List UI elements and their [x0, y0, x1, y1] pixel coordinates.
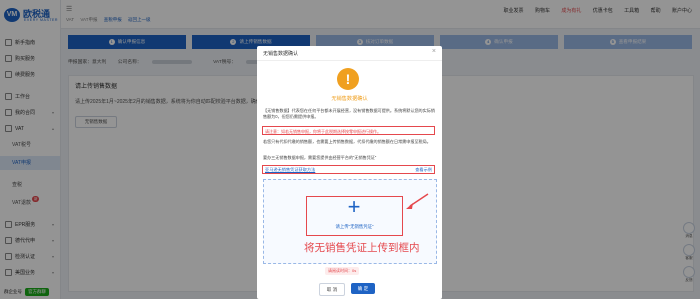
cancel-button[interactable]: 取 消	[319, 283, 345, 296]
no-sales-confirm-dialog: 无销售数据确认 × ! 无销售数据确认 【无销售数据】代表您在任何平台都未开展经…	[257, 46, 442, 299]
confirm-button[interactable]: 确 定	[351, 283, 375, 294]
arrow-icon	[406, 193, 429, 209]
notice-text: 请注意：如若无销售申报，你将于此税期选择按零申报进行操作。	[262, 126, 435, 135]
explanation-text: 【无销售数据】代表您在任何平台都未开展经营，没有销售数据可提供。系统将默认您的实…	[263, 108, 435, 120]
upload-area[interactable]: + 请上传“无销售凭证” 将无销售凭证上传到框内	[263, 179, 437, 264]
close-icon[interactable]: ×	[432, 48, 436, 55]
upload-label: 请上传“无销售凭证”	[335, 224, 374, 229]
requirement-text: 要办三无销售数据申报，需要您提供由经营平台的“无销售凭证”	[263, 155, 377, 160]
voucher-guide-link[interactable]: 亚马逊无销售凭证获取方法	[265, 166, 315, 174]
withholding-text: 若您只有代扣代缴的销售额，也需要上传销售数据，代扣代缴的销售额在日常需申报至税局…	[263, 139, 431, 144]
upload-annotation: 将无销售凭证上传到框内	[304, 242, 420, 254]
help-links: 亚马逊无销售凭证获取方法 查看示例	[262, 165, 435, 174]
view-example-link[interactable]: 查看示例	[415, 166, 432, 174]
plus-icon: +	[347, 194, 361, 219]
warning-title: 无销售数据确认	[331, 96, 368, 102]
warning-icon: !	[337, 68, 359, 90]
modal-header: 无销售数据确认 ×	[257, 46, 442, 61]
modal-title: 无销售数据确认	[263, 51, 299, 57]
upload-target-highlight[interactable]: + 请上传“无销售凭证”	[306, 194, 403, 236]
read-timer: 请阅读时间：0s	[325, 267, 360, 275]
